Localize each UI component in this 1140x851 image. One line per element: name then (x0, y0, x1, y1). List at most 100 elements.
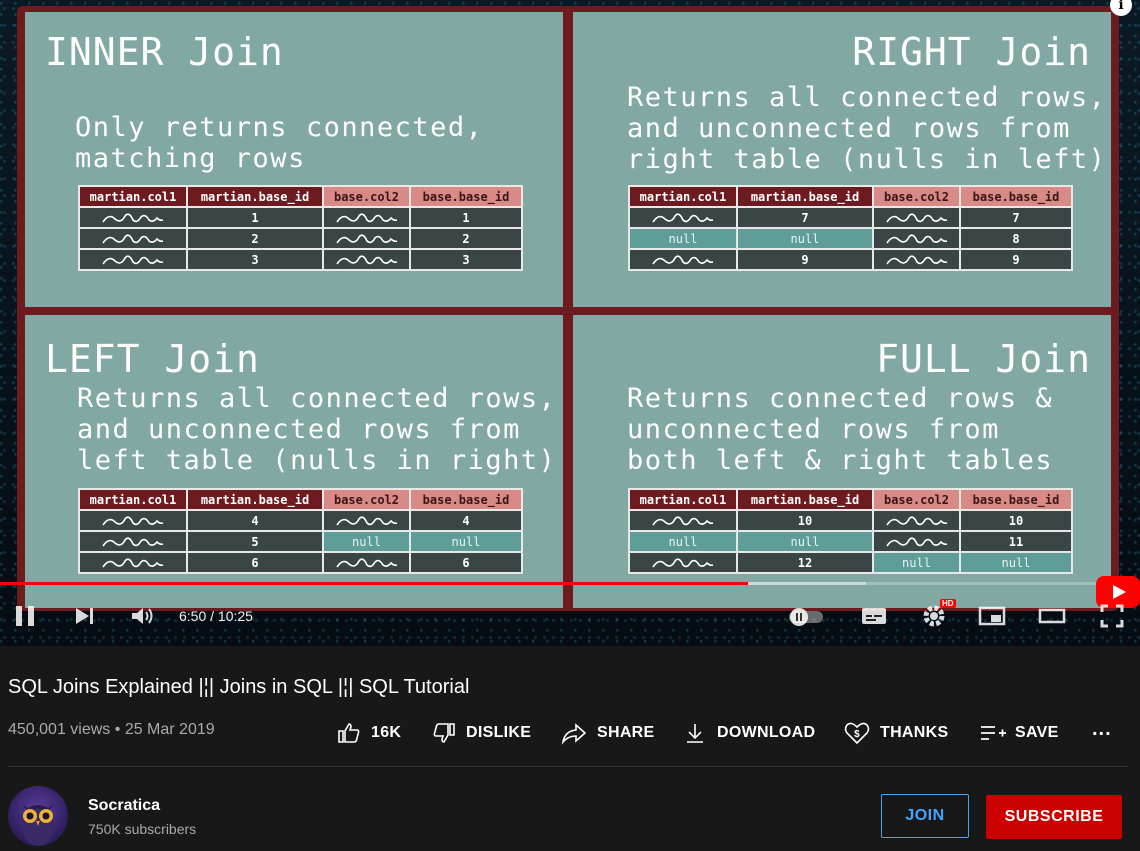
full-join-table: martian.col1 martian.base_id base.col2 base… (628, 488, 1073, 574)
squiggle-value-icon (885, 233, 947, 243)
column-header: base.col2 (872, 488, 961, 511)
column-header: martian.col1 (78, 185, 188, 208)
dislike-label: DISLIKE (466, 724, 532, 741)
channel-name[interactable]: Socratica (88, 797, 160, 815)
autoplay-toggle-icon[interactable] (786, 600, 828, 632)
table-cell: 6 (409, 551, 523, 574)
table-cell: 11 (959, 530, 1073, 553)
column-header: base.base_id (409, 488, 523, 511)
dislike-button[interactable]: DISLIKE (432, 716, 531, 750)
table-cell: 2 (409, 227, 523, 250)
squiggle-value-icon (885, 515, 947, 525)
like-button[interactable]: 16K (337, 716, 401, 750)
subtitles-icon[interactable] (858, 600, 890, 632)
table-row: 44 (78, 509, 523, 532)
squiggle-value-icon (335, 254, 397, 264)
subscribe-button[interactable]: SUBSCRIBE (986, 795, 1122, 839)
table-cell (872, 509, 961, 532)
progress-bar[interactable] (0, 582, 1140, 585)
table-cell (628, 248, 738, 271)
squiggle-value-icon (335, 212, 397, 222)
table-row: 22 (78, 227, 523, 250)
settings-icon[interactable]: HD (918, 599, 956, 632)
save-button[interactable]: SAVE (979, 716, 1059, 750)
squiggle-value-icon (885, 212, 947, 222)
column-header: martian.base_id (736, 185, 874, 208)
join-button[interactable]: JOIN (881, 794, 969, 838)
more-label: ... (1092, 717, 1112, 740)
table-cell (872, 206, 961, 229)
right-join-table: martian.col1 martian.base_id base.col2 base… (628, 185, 1073, 271)
theater-mode-icon[interactable] (1036, 600, 1068, 632)
table-header-row: martian.col1 martian.base_id base.col2 base… (78, 488, 523, 511)
thanks-button[interactable]: $ THANKS (844, 716, 948, 750)
subscriber-count: 750K subscribers (88, 821, 197, 837)
inner-join-description: Only returns connected, matching rows (75, 112, 484, 174)
svg-text:$: $ (854, 729, 860, 740)
table-row: null null 8 (628, 227, 1073, 250)
left-join-description: Returns all connected rows, and unconnec… (77, 383, 557, 476)
inner-join-panel: INNER Join Only returns connected, matchi… (25, 12, 563, 307)
right-join-description: Returns all connected rows, and unconnec… (627, 82, 1107, 175)
table-cell (322, 206, 411, 229)
table-cell (78, 206, 188, 229)
channel-avatar[interactable] (8, 786, 68, 846)
table-cell: 7 (959, 206, 1073, 229)
next-icon[interactable] (70, 600, 100, 632)
hd-badge: HD (940, 599, 956, 608)
table-cell (78, 509, 188, 532)
view-count: 450,001 views (8, 721, 111, 738)
download-button[interactable]: DOWNLOAD (683, 716, 815, 750)
column-header: martian.base_id (736, 488, 874, 511)
table-cell: null (959, 551, 1073, 574)
full-join-title: FULL Join (876, 337, 1091, 381)
video-title: SQL Joins Explained |¦| Joins in SQL |¦|… (8, 676, 470, 698)
video-player[interactable]: INNER Join Only returns connected, matchi… (0, 0, 1140, 646)
table-cell: 8 (959, 227, 1073, 250)
table-cell: 7 (736, 206, 874, 229)
squiggle-value-icon (335, 233, 397, 243)
table-header-row: martian.col1 martian.base_id base.col2 base… (628, 185, 1073, 208)
squiggle-value-icon (885, 536, 947, 546)
column-header: martian.col1 (628, 185, 738, 208)
column-header: base.col2 (872, 185, 961, 208)
meta-separator: • (114, 721, 121, 738)
divider (8, 766, 1128, 767)
inner-join-table: martian.col1 martian.base_id base.col2 base… (78, 185, 523, 271)
volume-icon[interactable] (128, 600, 158, 632)
progress-fill (0, 582, 748, 585)
table-cell: null (409, 530, 523, 553)
squiggle-value-icon (652, 557, 714, 567)
table-row: 12 null null (628, 551, 1073, 574)
full-join-panel: FULL Join Returns connected rows & unconn… (573, 315, 1111, 608)
table-row: 66 (78, 551, 523, 574)
table-row: 10 10 (628, 509, 1073, 532)
miniplayer-icon[interactable] (976, 600, 1008, 632)
column-header: base.base_id (959, 488, 1073, 511)
squiggle-value-icon (652, 515, 714, 525)
column-header: martian.col1 (78, 488, 188, 511)
pause-icon[interactable] (10, 600, 40, 632)
slide: INNER Join Only returns connected, matchi… (17, 6, 1119, 611)
upload-date: 25 Mar 2019 (124, 721, 215, 738)
table-cell (78, 227, 188, 250)
share-button[interactable]: SHARE (561, 716, 655, 750)
squiggle-value-icon (102, 233, 164, 243)
table-cell (628, 509, 738, 532)
squiggle-value-icon (102, 254, 164, 264)
fullscreen-icon[interactable] (1096, 600, 1128, 632)
left-join-panel: LEFT Join Returns all connected rows, and… (25, 315, 563, 608)
more-actions-icon[interactable]: ... (1092, 712, 1112, 746)
squiggle-value-icon (102, 515, 164, 525)
table-cell: 9 (736, 248, 874, 271)
table-cell (872, 248, 961, 271)
table-cell: null (628, 227, 738, 250)
thanks-heart-icon: $ (844, 722, 870, 745)
table-header-row: martian.col1 martian.base_id base.col2 base… (78, 185, 523, 208)
table-cell (628, 551, 738, 574)
share-icon (561, 723, 587, 745)
table-row: 5 null null (78, 530, 523, 553)
video-meta: 450,001 views • 25 Mar 2019 (8, 721, 215, 739)
table-cell (322, 551, 411, 574)
table-cell: 5 (186, 530, 324, 553)
